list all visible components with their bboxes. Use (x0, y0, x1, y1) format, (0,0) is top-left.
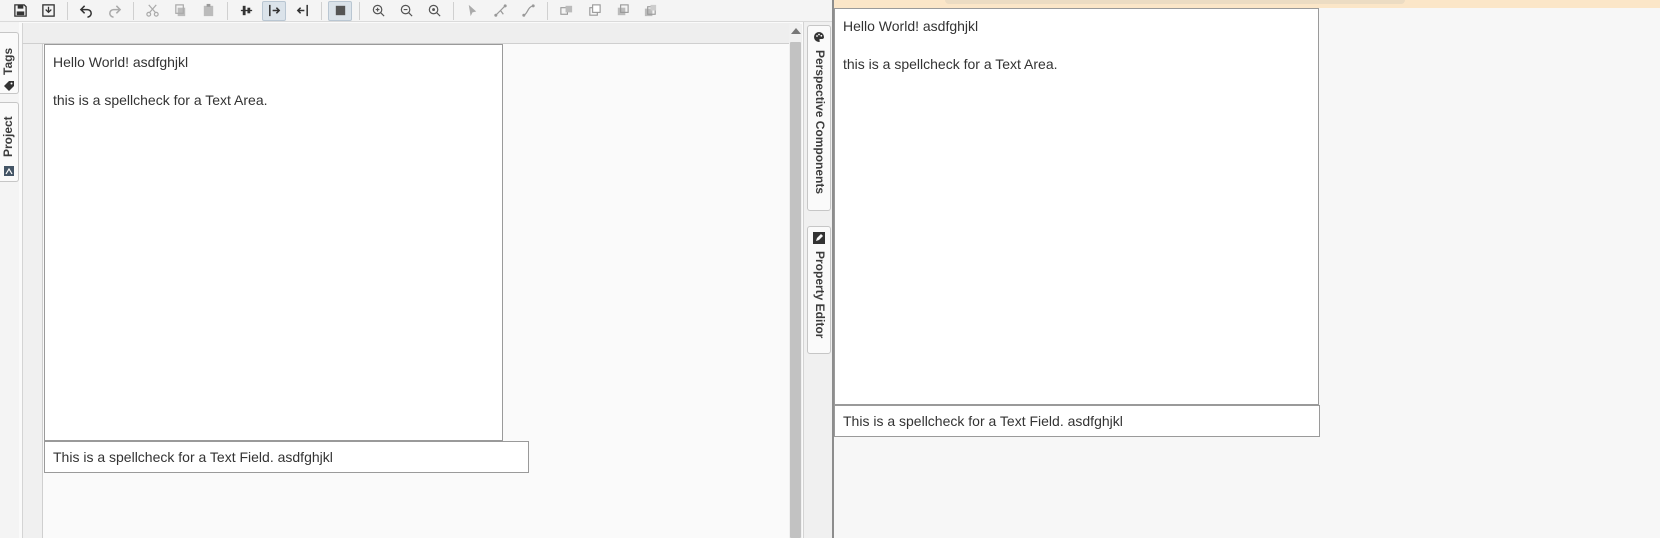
session-header-bar (834, 0, 1660, 8)
design-canvas[interactable]: Hello World! asdfghjkl this is a spellch… (44, 44, 789, 538)
session-panel: Hello World! asdfghjkl this is a spellch… (834, 0, 1660, 538)
toolbar-separator (359, 1, 360, 20)
scrollbar-thumb[interactable] (790, 42, 801, 538)
zoom-in-icon[interactable] (366, 1, 390, 21)
send-back-icon[interactable] (610, 1, 634, 21)
text-area-component[interactable]: Hello World! asdfghjkl this is a spellch… (44, 44, 503, 441)
pencil-icon (813, 232, 825, 244)
right-dock: Perspective Components Property Editor (803, 22, 832, 538)
text-area-line: this is a spellcheck for a Text Area. (53, 92, 268, 108)
scroll-up-icon[interactable] (791, 28, 801, 34)
toolbar-separator (67, 1, 68, 20)
text-field-component[interactable]: This is a spellcheck for a Text Field. a… (44, 441, 529, 473)
tab-tags[interactable]: Tags (0, 32, 19, 94)
toolbar-separator (133, 1, 134, 20)
text-area-line: Hello World! asdfghjkl (843, 18, 979, 34)
stop-icon[interactable] (328, 0, 352, 21)
toolbar-separator (453, 1, 454, 20)
tab-project-label: Project (1, 116, 15, 157)
designer-toolbar (0, 0, 832, 22)
cut-icon[interactable] (140, 1, 164, 21)
bring-front-icon[interactable] (582, 1, 606, 21)
save-icon[interactable] (8, 1, 32, 21)
palette-icon (814, 32, 824, 42)
align-left-icon[interactable] (262, 0, 286, 21)
toolbar-separator (547, 1, 548, 20)
project-icon (4, 166, 14, 176)
toolbar-separator (321, 1, 322, 20)
zoom-out-icon[interactable] (394, 1, 418, 21)
group-icon[interactable] (554, 1, 578, 21)
text-field-component[interactable]: This is a spellcheck for a Text Field. a… (834, 405, 1320, 437)
align-icon[interactable] (234, 1, 258, 21)
toolbar-separator (227, 1, 228, 20)
connect-icon[interactable] (516, 1, 540, 21)
tab-property-editor-label: Property Editor (813, 251, 827, 339)
text-area-component[interactable]: Hello World! asdfghjkl this is a spellch… (834, 8, 1319, 405)
redo-icon[interactable] (102, 1, 126, 21)
session-header-pill (945, 0, 1405, 4)
text-area-line: Hello World! asdfghjkl (53, 54, 189, 70)
horizontal-ruler (22, 23, 800, 44)
tab-project[interactable]: Project (0, 102, 19, 182)
select-icon[interactable] (460, 1, 484, 21)
layers-icon[interactable] (638, 1, 662, 21)
designer-panel: Tags Project Hello World! asdfghjkl this… (0, 0, 832, 538)
tab-property-editor[interactable]: Property Editor (807, 226, 831, 354)
tab-tags-label: Tags (1, 47, 15, 75)
vertical-ruler (22, 44, 43, 538)
tag-icon (4, 81, 14, 91)
tab-perspective-components-label: Perspective Components (813, 50, 827, 195)
left-dock: Tags Project (0, 22, 19, 538)
copy-icon[interactable] (168, 1, 192, 21)
align-right-icon[interactable] (290, 1, 314, 21)
edit-points-icon[interactable] (488, 1, 512, 21)
text-area-line: this is a spellcheck for a Text Area. (843, 56, 1058, 72)
undo-icon[interactable] (74, 1, 98, 21)
zoom-fit-icon[interactable] (422, 1, 446, 21)
tab-perspective-components[interactable]: Perspective Components (807, 25, 831, 211)
save-all-icon[interactable] (36, 1, 60, 21)
canvas-vertical-scrollbar[interactable] (789, 24, 802, 538)
paste-icon[interactable] (196, 1, 220, 21)
